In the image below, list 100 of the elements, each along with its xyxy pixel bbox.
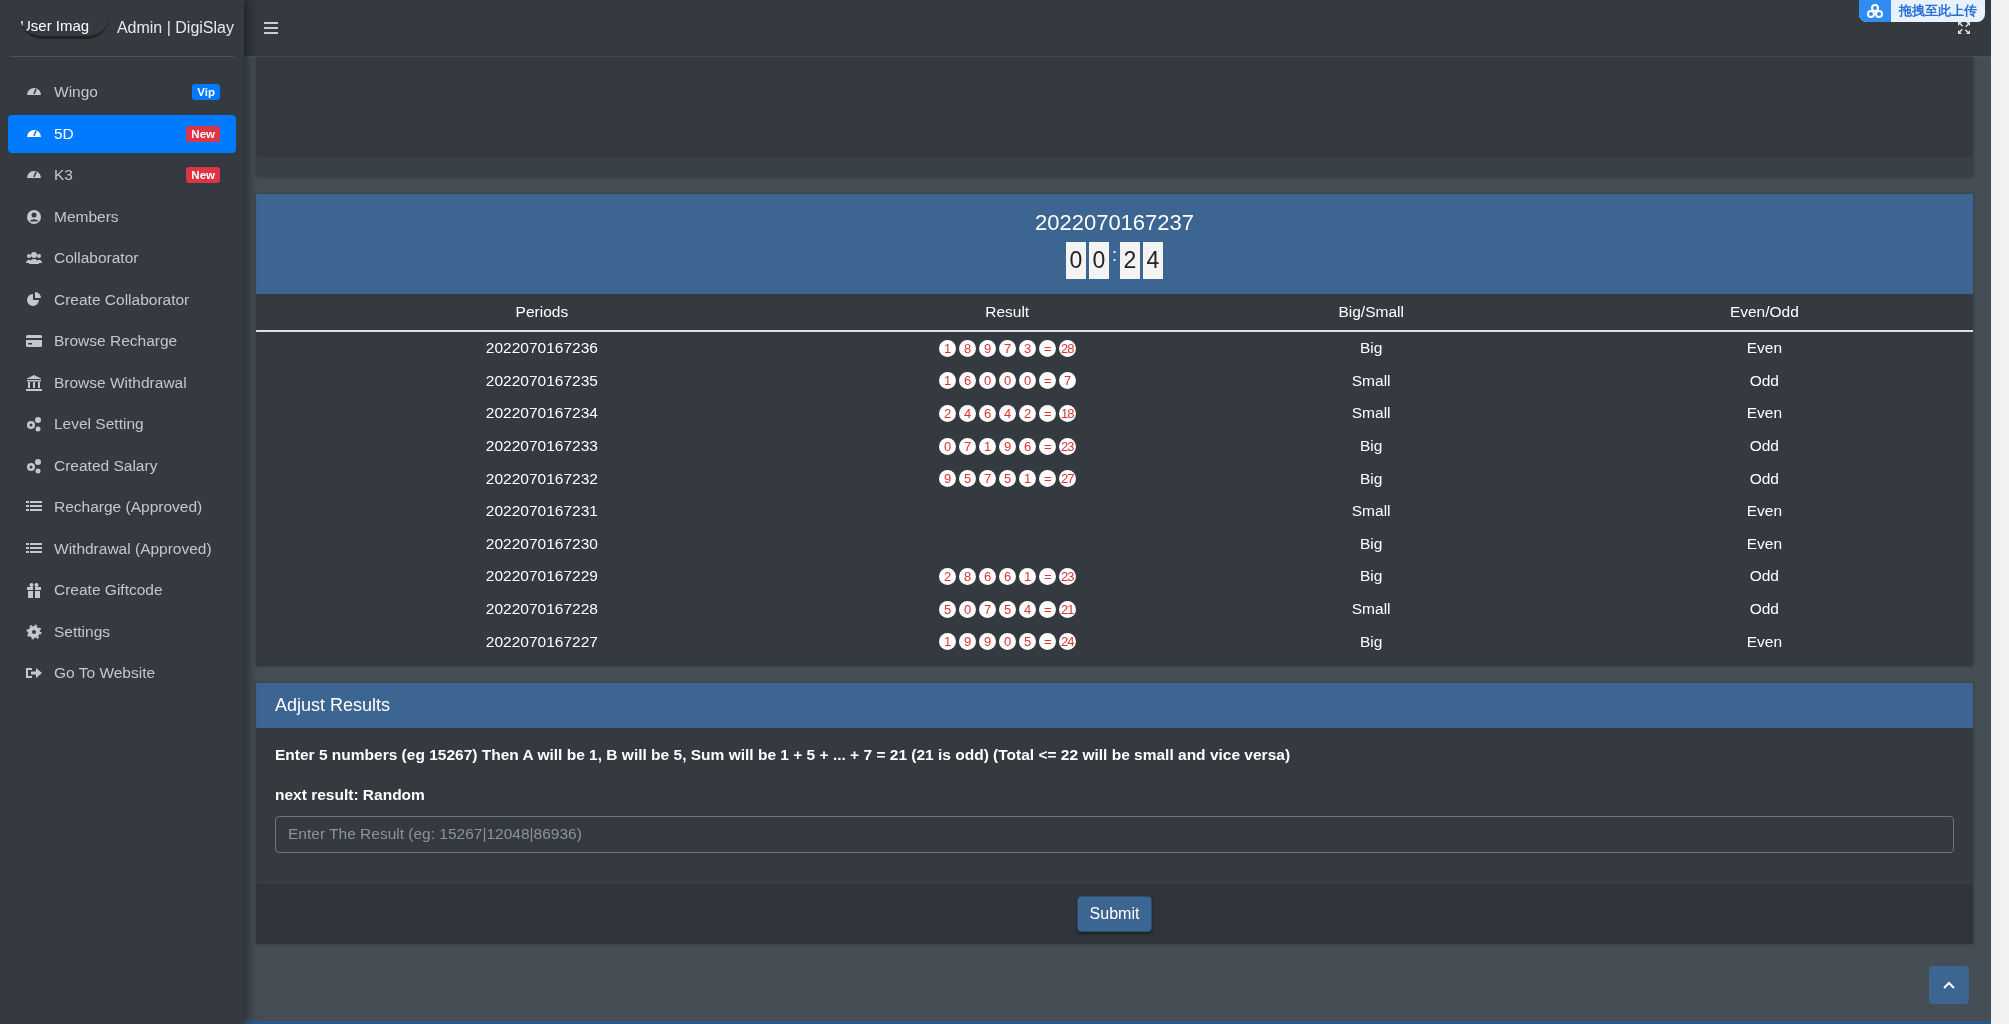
size-cell-text: Big <box>1358 632 1384 651</box>
result-ball: 24 <box>1058 633 1076 651</box>
countdown-separator: : <box>1112 244 1117 266</box>
result-ball: 4 <box>958 405 976 422</box>
sidebar-item[interactable]: Wingo Vip <box>8 73 236 111</box>
size-cell-text: Small <box>1350 600 1392 619</box>
size-cell-text: Big <box>1358 339 1384 358</box>
result-ball: = <box>1038 437 1056 455</box>
user-circle-icon <box>26 208 42 225</box>
result-ball: 6 <box>978 567 996 585</box>
result-ball: 1 <box>938 339 956 357</box>
upload-label: 拖拽至此上传 <box>1897 2 1978 20</box>
users-icon <box>26 250 42 266</box>
parity-cell-text: Odd <box>1748 437 1780 456</box>
menu-icon[interactable] <box>264 22 278 34</box>
gears-icon <box>26 416 42 432</box>
result-ball: 5 <box>1018 633 1036 651</box>
result-ball: 1 <box>938 633 956 651</box>
result-ball: 7 <box>958 437 976 455</box>
result-ball: 0 <box>978 372 996 390</box>
countdown-digit: 4 <box>1143 241 1163 279</box>
sidebar-item[interactable]: Created Salary <box>8 446 236 485</box>
current-period: 2022070167237 <box>1034 209 1195 236</box>
instruction-text: Enter 5 numbers (eg 15267) Then A will be 1, B will be 5, Sum will be 1 + 5 + ... + 7 = 21 (21 is odd) (Total <= 22 will be small and vice versa) <box>275 745 1292 764</box>
countdown-digit: 0 <box>1066 241 1086 279</box>
result-ball: = <box>1038 405 1056 422</box>
scrollbar[interactable] <box>1991 0 2009 1024</box>
sidebar-item[interactable]: Withdrawal (Approved) <box>8 529 236 568</box>
result-ball: 0 <box>1018 372 1036 390</box>
sidebar-item[interactable]: Create Giftcode <box>8 571 236 609</box>
result-ball: 2 <box>1018 405 1036 422</box>
period-cell-text: 2022070167227 <box>484 632 599 651</box>
size-cell-text: Small <box>1350 371 1392 390</box>
result-ball: 5 <box>958 470 976 488</box>
column-header: Periods <box>514 303 570 321</box>
result-ball: 28 <box>1058 339 1076 357</box>
result-ball: 8 <box>958 567 976 585</box>
result-ball: 3 <box>1018 339 1036 357</box>
result-ball: 1 <box>1018 470 1036 488</box>
sidebar-item[interactable]: Recharge (Approved) <box>8 488 236 526</box>
result-ball: = <box>1038 633 1056 651</box>
fullscreen-icon[interactable] <box>1957 21 1971 35</box>
parity-cell-text: Odd <box>1748 567 1780 586</box>
size-cell-text: Small <box>1350 404 1392 423</box>
size-cell-text: Big <box>1358 567 1384 586</box>
sidebar-item[interactable]: Create Collaborator <box>8 280 236 319</box>
result-ball: 6 <box>1018 437 1036 455</box>
column-header: Even/Odd <box>1728 303 1800 321</box>
upload-badge[interactable]: 拖拽至此上传 <box>1859 0 1985 22</box>
result-input-field[interactable]: Enter The Result (eg: 15267|12048|86936) <box>275 815 1954 853</box>
result-ball: 0 <box>938 437 956 455</box>
result-ball: 21 <box>1058 600 1076 618</box>
brand-title: Admin | DigiSlay <box>116 19 234 37</box>
sidebar-item[interactable]: Settings <box>8 612 236 651</box>
result-ball: = <box>1038 600 1056 618</box>
menu-badge: New <box>186 167 220 183</box>
period-cell-text: 2022070167234 <box>484 404 599 423</box>
result-ball: 7 <box>978 470 996 488</box>
pie-chart-icon <box>26 291 42 308</box>
parity-cell-text: Even <box>1745 339 1783 358</box>
result-ball: 9 <box>998 437 1016 455</box>
credit-card-icon <box>26 333 42 349</box>
sidebar-item[interactable]: Browse Withdrawal <box>8 363 236 402</box>
sidebar-item[interactable]: Collaborator <box>8 239 236 277</box>
period-cell-text: 2022070167235 <box>484 371 599 390</box>
bank-icon <box>26 374 42 391</box>
size-cell-text: Big <box>1358 437 1384 456</box>
period-cell-text: 2022070167230 <box>484 534 599 553</box>
countdown-digit: 2 <box>1120 241 1140 279</box>
size-cell-text: Small <box>1350 502 1392 521</box>
result-ball: 7 <box>998 339 1016 357</box>
chevron-up-icon <box>1943 981 1955 989</box>
result-ball: = <box>1038 567 1056 585</box>
sidebar-item[interactable]: K3 New <box>8 156 236 194</box>
period-cell-text: 2022070167229 <box>484 567 599 586</box>
result-ball: 6 <box>978 405 996 422</box>
result-ball: = <box>1038 470 1056 488</box>
result-ball: 9 <box>978 339 996 357</box>
submit-button[interactable]: Submit <box>1076 895 1153 932</box>
size-cell-text: Big <box>1358 469 1384 488</box>
sidebar-item[interactable]: Members <box>8 197 236 236</box>
result-ball: 9 <box>978 633 996 651</box>
result-ball: 23 <box>1058 437 1076 455</box>
period-cell-text: 2022070167231 <box>484 502 599 521</box>
sidebar-item[interactable]: Level Setting <box>8 405 236 443</box>
menu-badge: New <box>186 125 220 142</box>
sidebar-item[interactable]: Go To Website <box>8 654 236 692</box>
result-ball: 6 <box>958 372 976 390</box>
parity-cell-text: Odd <box>1748 371 1780 390</box>
sidebar-item[interactable]: Browse Recharge <box>8 322 236 360</box>
parity-cell-text: Even <box>1745 404 1783 423</box>
sign-out-icon <box>26 665 42 681</box>
gear-icon <box>26 623 42 640</box>
next-result-text: next result: Random <box>275 785 426 804</box>
period-cell-text: 2022070167233 <box>484 437 599 456</box>
result-ball: 8 <box>958 339 976 357</box>
sidebar-item[interactable]: 5D New <box>8 114 236 153</box>
result-ball: 5 <box>938 600 956 618</box>
period-cell-text: 2022070167236 <box>484 339 599 358</box>
parity-cell-text: Odd <box>1748 600 1780 619</box>
